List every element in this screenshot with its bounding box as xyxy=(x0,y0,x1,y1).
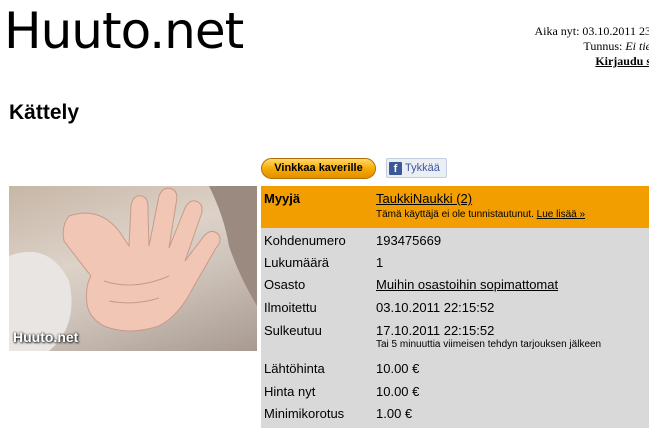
detail-value: 1 xyxy=(376,255,384,270)
detail-value: 1.00 € xyxy=(376,406,413,421)
detail-label: Hinta nyt xyxy=(264,384,316,399)
detail-value: 03.10.2011 22:15:52 xyxy=(376,300,495,315)
seller-label: Myyjä xyxy=(264,191,301,206)
detail-value: 10.00 € xyxy=(376,361,420,376)
detail-label: Minimikorotus xyxy=(264,406,345,421)
login-status: Tunnus: Ei tie xyxy=(431,39,649,54)
detail-label: Osasto xyxy=(264,277,306,292)
facebook-like-label: Tykkää xyxy=(405,162,440,174)
image-watermark: Huuto.net xyxy=(13,329,79,345)
login-link[interactable]: Kirjaudu s xyxy=(431,54,649,69)
category-link[interactable]: Muihin osastoihin sopimattomat xyxy=(376,277,558,292)
detail-value: 10.00 € xyxy=(376,384,420,399)
facebook-f-icon: f xyxy=(389,161,402,175)
header-info: Aika nyt: 03.10.2011 23 Tunnus: Ei tie K… xyxy=(431,24,649,69)
seller-note: Tämä käyttäjä ei ole tunnistautunut. Lue… xyxy=(376,209,585,220)
page-title: Kättely xyxy=(9,101,80,124)
detail-value: 193475669 xyxy=(376,233,442,248)
login-state: Ei tie xyxy=(625,39,649,53)
detail-label: Lukumäärä xyxy=(264,255,330,270)
detail-value: 17.10.2011 22:15:52 xyxy=(376,323,495,338)
closing-note: Tai 5 minuuttia viimeisen tehdyn tarjouk… xyxy=(376,339,602,350)
share-with-friend-button[interactable]: Vinkkaa kaverille xyxy=(261,158,376,179)
seller-name-link[interactable]: TaukkiNaukki (2) xyxy=(376,191,472,206)
read-more-link[interactable]: Lue lisää » xyxy=(537,209,585,220)
detail-label: Ilmoitettu xyxy=(264,300,317,315)
detail-label: Sulkeutuu xyxy=(264,323,322,338)
item-photo[interactable]: Huuto.net xyxy=(9,186,257,351)
login-prefix: Tunnus: xyxy=(583,39,626,53)
seller-row: Myyjä TaukkiNaukki (2) Tämä käyttäjä ei … xyxy=(261,186,649,228)
facebook-like-button[interactable]: f Tykkää xyxy=(386,158,447,178)
seller-note-text: Tämä käyttäjä ei ole tunnistautunut. xyxy=(376,209,534,220)
item-details-panel: Myyjä TaukkiNaukki (2) Tämä käyttäjä ei … xyxy=(261,186,649,428)
site-logo[interactable]: Huuto.net xyxy=(4,6,244,56)
detail-label: Lähtöhinta xyxy=(264,361,325,376)
hand-image xyxy=(9,186,257,351)
current-time: Aika nyt: 03.10.2011 23 xyxy=(534,24,649,38)
detail-label: Kohdenumero xyxy=(264,233,346,248)
